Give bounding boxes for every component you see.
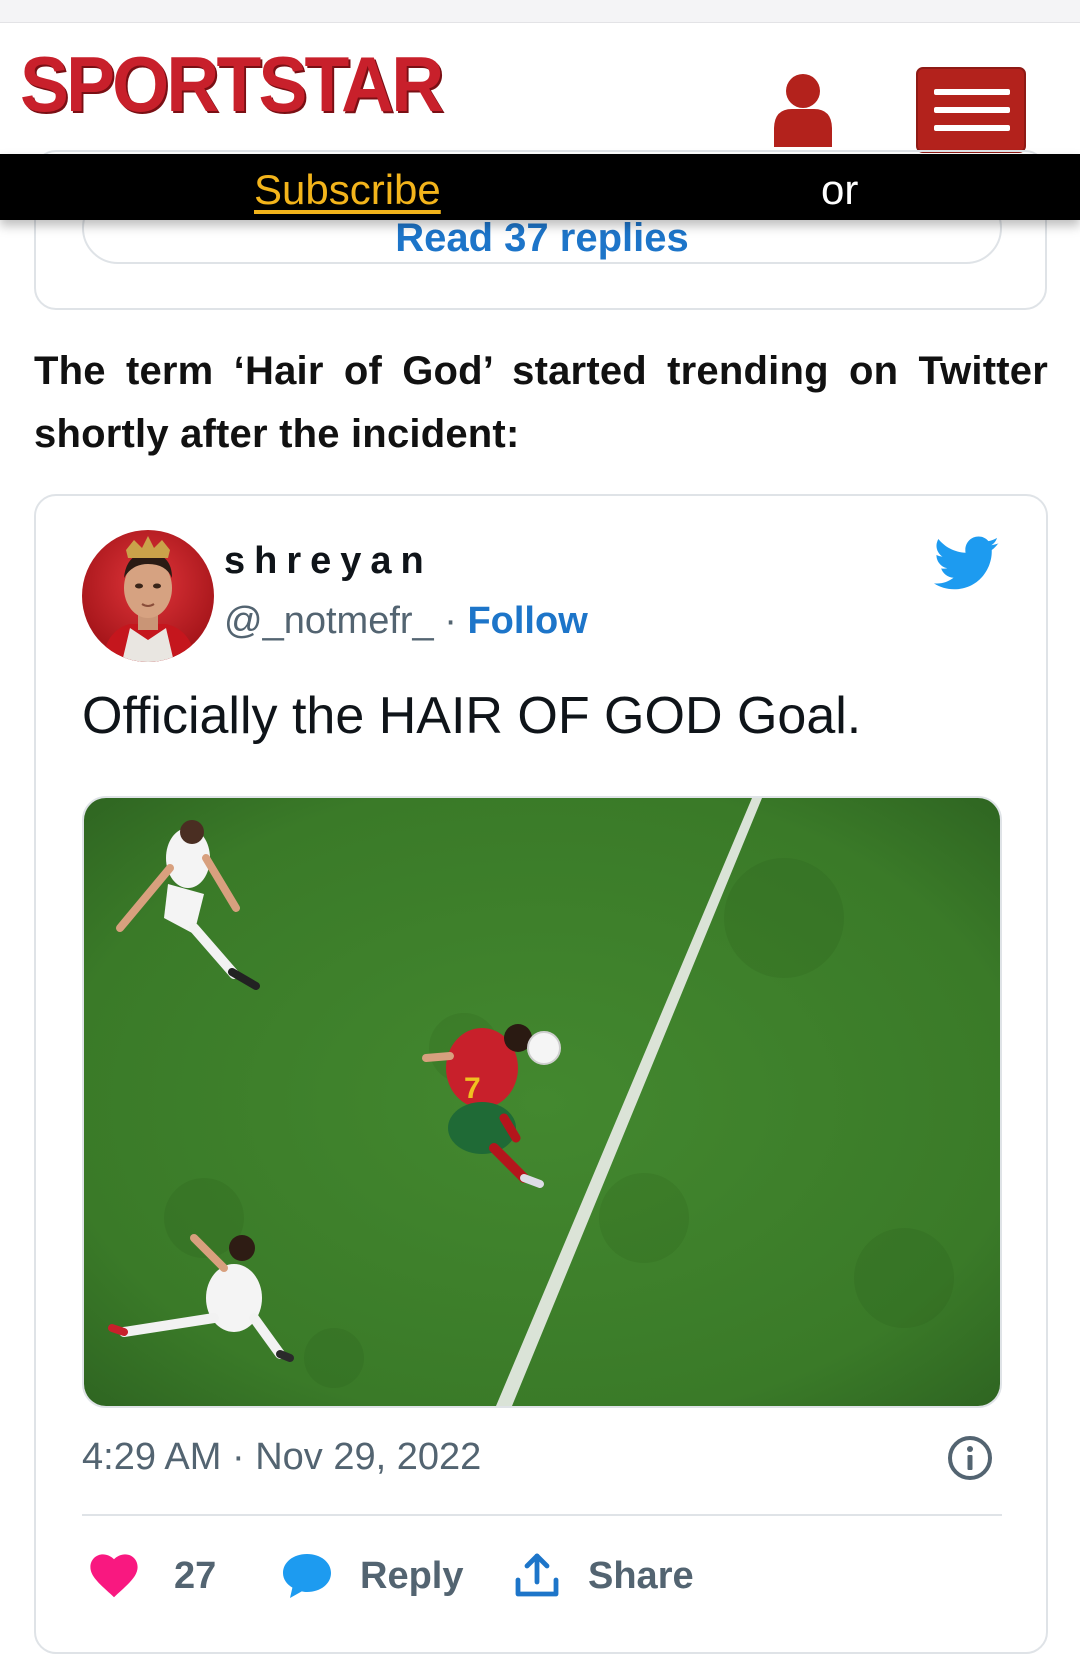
tweet-divider (82, 1514, 1002, 1516)
tweet-actions: 27 Reply Share (82, 1546, 1002, 1606)
info-icon[interactable] (946, 1434, 994, 1482)
hamburger-line (934, 89, 1010, 95)
subscribe-bar: Subscribe or (0, 154, 1080, 220)
tweet-embed[interactable]: shreyan @_notmefr_ · Follow Officially t… (34, 494, 1048, 1654)
separator-dot: · (444, 600, 457, 642)
tweet-text: Officially the HAIR OF GOD Goal. (82, 687, 862, 745)
twitter-bird-icon[interactable] (934, 536, 1000, 592)
sportstar-logo[interactable]: SPORTSTAR (20, 39, 444, 130)
svg-text:7: 7 (464, 1072, 481, 1105)
article-paragraph: The term ‘Hair of God’ started trending … (34, 349, 1048, 456)
reply-label: Reply (360, 1554, 464, 1597)
user-icon[interactable] (772, 71, 834, 147)
read-replies-label: Read 37 replies (395, 216, 689, 260)
tweet-handle-row: @_notmefr_ · Follow (224, 600, 588, 643)
like-action[interactable]: 27 (90, 1546, 216, 1606)
reply-bubble-icon (283, 1554, 331, 1598)
hamburger-line (934, 125, 1010, 131)
subscribe-link[interactable]: Subscribe (254, 166, 441, 214)
top-status-strip (0, 0, 1080, 23)
tweet-handle[interactable]: @_notmefr_ (224, 600, 434, 642)
share-action[interactable]: Share (514, 1546, 694, 1606)
or-text: or (821, 166, 859, 213)
reply-action[interactable]: Reply (282, 1546, 463, 1606)
tweet-photo[interactable]: 7 (82, 796, 1002, 1408)
likes-count: 27 (174, 1554, 217, 1597)
follow-link[interactable]: Follow (467, 600, 587, 642)
hamburger-line (934, 107, 1010, 113)
avatar[interactable] (82, 530, 214, 662)
site-header: SPORTSTAR (0, 23, 1080, 153)
tweet-timestamp[interactable]: 4:29 AM · Nov 29, 2022 (82, 1436, 481, 1479)
share-icon (515, 1553, 559, 1597)
hamburger-menu-button[interactable] (916, 67, 1026, 153)
tweet-author-name[interactable]: shreyan (224, 540, 433, 583)
share-label: Share (588, 1554, 694, 1597)
heart-icon (90, 1554, 138, 1598)
